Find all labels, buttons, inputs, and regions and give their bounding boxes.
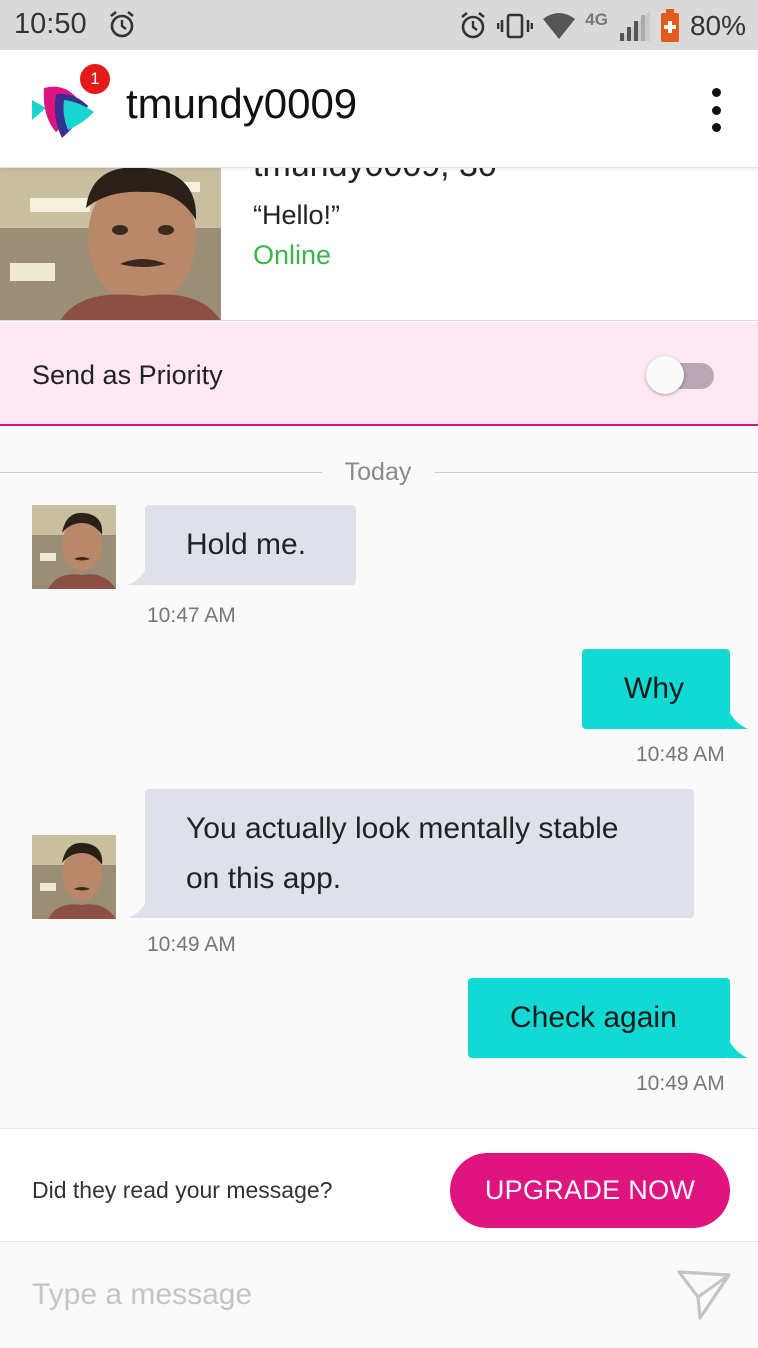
network-type: 4G	[585, 10, 608, 29]
message-bubble-outgoing[interactable]: Check again	[468, 978, 730, 1058]
vibrate-icon	[497, 13, 534, 39]
profile-header[interactable]: tmundy0009, 30 “Hello!” Online	[0, 168, 758, 321]
message-composer	[0, 1243, 758, 1348]
battery-icon	[660, 9, 679, 42]
wifi-icon	[543, 13, 576, 39]
bubble-tail	[728, 709, 748, 729]
more-vert-icon[interactable]	[704, 88, 728, 132]
read-receipt-prompt: Did they read your message?	[32, 1177, 333, 1203]
priority-row: Send as Priority	[0, 322, 758, 426]
upgrade-now-button[interactable]: UPGRADE NOW	[450, 1153, 730, 1228]
profile-name: tmundy0009, 30	[253, 168, 497, 185]
message-bubble-incoming[interactable]: You actually look mentally stable on thi…	[145, 789, 694, 918]
battery-level: 80%	[689, 10, 746, 41]
profile-photo[interactable]	[0, 168, 221, 321]
alarm-icon	[461, 11, 486, 39]
alarm-icon	[110, 10, 134, 38]
message-input[interactable]	[32, 1267, 632, 1323]
toggle-knob	[646, 356, 684, 394]
message-bubble-incoming[interactable]: Hold me.	[145, 505, 356, 585]
day-divider: Today	[0, 458, 758, 488]
sender-avatar[interactable]	[32, 835, 116, 919]
message-bubble-outgoing[interactable]: Why	[582, 649, 730, 729]
message-timestamp: 10:48 AM	[636, 743, 725, 766]
status-bar: 10:50 4G 80%	[0, 0, 758, 50]
sender-avatar[interactable]	[32, 505, 116, 589]
message-timestamp: 10:47 AM	[147, 604, 236, 627]
page-title: tmundy0009	[126, 80, 358, 127]
priority-label: Send as Priority	[32, 360, 223, 390]
message-timestamp: 10:49 AM	[636, 1072, 725, 1095]
presence-status: Online	[253, 240, 332, 270]
upgrade-banner: Did they read your message? UPGRADE NOW	[0, 1128, 758, 1242]
message-timestamp: 10:49 AM	[147, 933, 236, 956]
notification-badge: 1	[78, 62, 112, 96]
send-icon[interactable]	[676, 1269, 732, 1321]
clock: 10:50	[14, 8, 87, 40]
app-bar: 1 tmundy0009	[0, 50, 758, 168]
signal-icon	[617, 11, 650, 41]
profile-status-message: “Hello!”	[253, 200, 341, 230]
priority-toggle[interactable]	[646, 356, 714, 394]
divider-line	[434, 472, 758, 473]
day-label: Today	[344, 458, 412, 486]
divider-line	[0, 472, 322, 473]
bubble-tail	[728, 1038, 748, 1058]
